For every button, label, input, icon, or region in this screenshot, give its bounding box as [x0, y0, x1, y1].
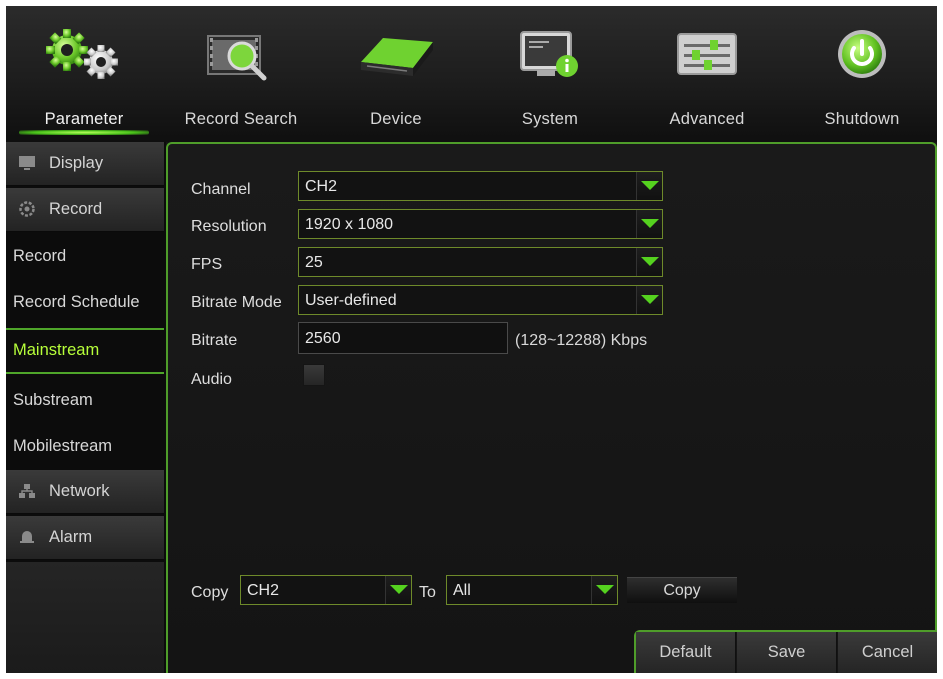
fps-select[interactable]: 25: [298, 247, 663, 277]
copy-from-dropdown-button[interactable]: [385, 576, 411, 604]
fps-dropdown-button[interactable]: [636, 248, 662, 276]
record-gear-icon: [19, 201, 35, 217]
network-icon: [19, 484, 35, 498]
power-icon: [838, 30, 886, 78]
channel-select[interactable]: CH2: [298, 171, 663, 201]
chevron-down-icon: [641, 219, 659, 228]
nav-label: Record Search: [184, 110, 298, 128]
bitrate-mode-dropdown-button[interactable]: [636, 286, 662, 314]
nav-system[interactable]: System: [475, 6, 625, 142]
sidebar-category-display[interactable]: Display: [6, 142, 164, 186]
bitrate-mode-label: Bitrate Mode: [191, 294, 282, 311]
sidebar-item-substream[interactable]: Substream: [6, 378, 164, 424]
bitrate-range-hint: (128~12288) Kbps: [515, 332, 648, 349]
channel-label: Channel: [191, 181, 251, 198]
nav-label: Advanced: [669, 110, 745, 128]
audio-checkbox[interactable]: [303, 364, 325, 386]
cancel-button[interactable]: Cancel: [838, 632, 937, 673]
nav-record-search[interactable]: Record Search: [166, 6, 316, 142]
monitor-info-icon: [520, 31, 578, 77]
bitrate-mode-select[interactable]: User-defined: [298, 285, 663, 315]
sliders-icon: [677, 33, 737, 75]
copy-to-label: To: [419, 584, 436, 601]
sidebar-item-record[interactable]: Record: [6, 234, 164, 280]
sidebar-category-label: Record: [49, 200, 103, 218]
copy-button[interactable]: Copy: [627, 577, 737, 603]
resolution-select[interactable]: 1920 x 1080: [298, 209, 663, 239]
fps-value: 25: [305, 254, 323, 271]
copy-to-dropdown-button[interactable]: [591, 576, 617, 604]
chevron-down-icon: [390, 585, 408, 594]
sidebar-item-mobilestream[interactable]: Mobilestream: [6, 424, 164, 470]
nav-shutdown[interactable]: Shutdown: [787, 6, 937, 142]
dvr-settings-window: Parameter Record Search Device System Ad…: [6, 6, 937, 673]
alarm-bell-icon: [20, 531, 34, 543]
sidebar-item-mainstream[interactable]: Mainstream: [6, 328, 164, 374]
display-icon: [19, 156, 35, 170]
nav-label: Shutdown: [824, 110, 900, 128]
nav-label: System: [521, 110, 579, 128]
sidebar-category-alarm[interactable]: Alarm: [6, 516, 164, 560]
sidebar-category-label: Alarm: [49, 528, 93, 546]
resolution-dropdown-button[interactable]: [636, 210, 662, 238]
chevron-down-icon: [641, 257, 659, 266]
channel-dropdown-button[interactable]: [636, 172, 662, 200]
film-search-icon: [207, 35, 267, 81]
chevron-down-icon: [641, 295, 659, 304]
default-button[interactable]: Default: [636, 632, 736, 673]
chevron-down-icon: [596, 585, 614, 594]
nav-advanced[interactable]: Advanced: [632, 6, 782, 142]
nav-device[interactable]: Device: [321, 6, 471, 142]
nav-label: Device: [370, 110, 422, 128]
copy-from-select[interactable]: CH2: [240, 575, 412, 605]
bitrate-label: Bitrate: [191, 332, 238, 349]
sidebar-category-network[interactable]: Network: [6, 470, 164, 514]
sidebar-category-record[interactable]: Record: [6, 188, 164, 232]
nav-parameter[interactable]: Parameter: [9, 6, 159, 142]
nav-label: Parameter: [44, 110, 124, 128]
action-button-bar: Default Save Cancel: [634, 630, 937, 673]
resolution-label: Resolution: [191, 218, 267, 235]
channel-value: CH2: [305, 178, 338, 195]
chevron-down-icon: [641, 181, 659, 190]
hard-drive-icon: [361, 38, 433, 76]
resolution-value: 1920 x 1080: [305, 216, 394, 233]
copy-label: Copy: [191, 584, 229, 601]
fps-label: FPS: [191, 256, 223, 273]
gears-icon: [46, 29, 118, 79]
sidebar-category-label: Display: [49, 154, 104, 172]
copy-to-value: All: [453, 582, 471, 599]
bitrate-value: 2560: [305, 330, 341, 347]
mainstream-settings-panel: Channel CH2 Resolution 1920 x 1080 FPS 2…: [166, 142, 937, 673]
audio-label: Audio: [191, 371, 232, 388]
copy-from-value: CH2: [247, 582, 280, 599]
sidebar-empty-area: [6, 562, 164, 673]
copy-to-select[interactable]: All: [446, 575, 618, 605]
bitrate-mode-value: User-defined: [305, 292, 397, 309]
top-navigation: Parameter Record Search Device System Ad…: [6, 6, 937, 142]
save-button[interactable]: Save: [737, 632, 837, 673]
sidebar-category-label: Network: [49, 482, 110, 500]
sidebar: Display Record Record Record Schedule Ma…: [6, 142, 166, 673]
sidebar-item-record-schedule[interactable]: Record Schedule: [6, 280, 164, 326]
bitrate-input[interactable]: 2560: [298, 322, 508, 354]
